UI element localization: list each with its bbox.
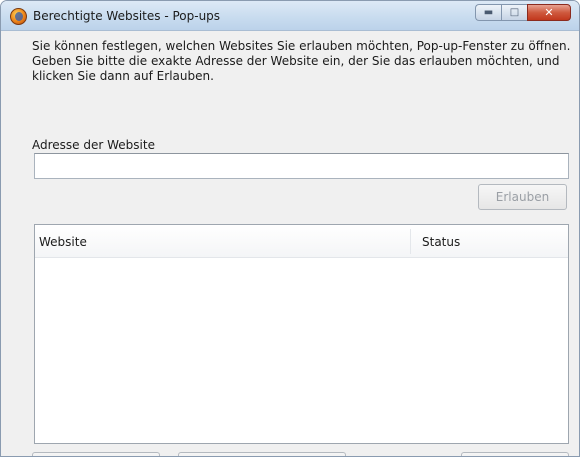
column-divider[interactable] (410, 229, 411, 254)
dialog-window: Berechtigte Websites - Pop-ups ▬ □ ✕ Sie… (0, 0, 580, 457)
column-header-website[interactable]: Website (39, 235, 87, 249)
title-bar[interactable]: Berechtigte Websites - Pop-ups ▬ □ ✕ (1, 1, 579, 31)
allow-button[interactable]: Erlauben (478, 184, 567, 210)
caption-buttons: ▬ □ ✕ (475, 4, 571, 23)
list-header: Website Status (35, 225, 568, 258)
remove-all-websites-button[interactable] (178, 452, 346, 456)
maximize-button[interactable]: □ (501, 4, 527, 21)
minimize-button[interactable]: ▬ (475, 4, 501, 21)
close-icon: ✕ (544, 6, 554, 19)
close-dialog-button[interactable] (461, 452, 569, 456)
column-header-status[interactable]: Status (422, 235, 460, 249)
address-label: Adresse der Website (32, 138, 155, 152)
close-button[interactable]: ✕ (527, 4, 571, 21)
websites-list[interactable]: Website Status (34, 224, 569, 444)
description-text: Sie können festlegen, welchen Websites S… (32, 39, 571, 83)
maximize-icon: □ (509, 7, 520, 18)
firefox-icon (10, 8, 27, 25)
window-title: Berechtigte Websites - Pop-ups (33, 9, 221, 23)
website-address-input[interactable] (34, 153, 569, 179)
minimize-icon: ▬ (483, 7, 494, 18)
remove-website-button[interactable] (32, 452, 160, 456)
